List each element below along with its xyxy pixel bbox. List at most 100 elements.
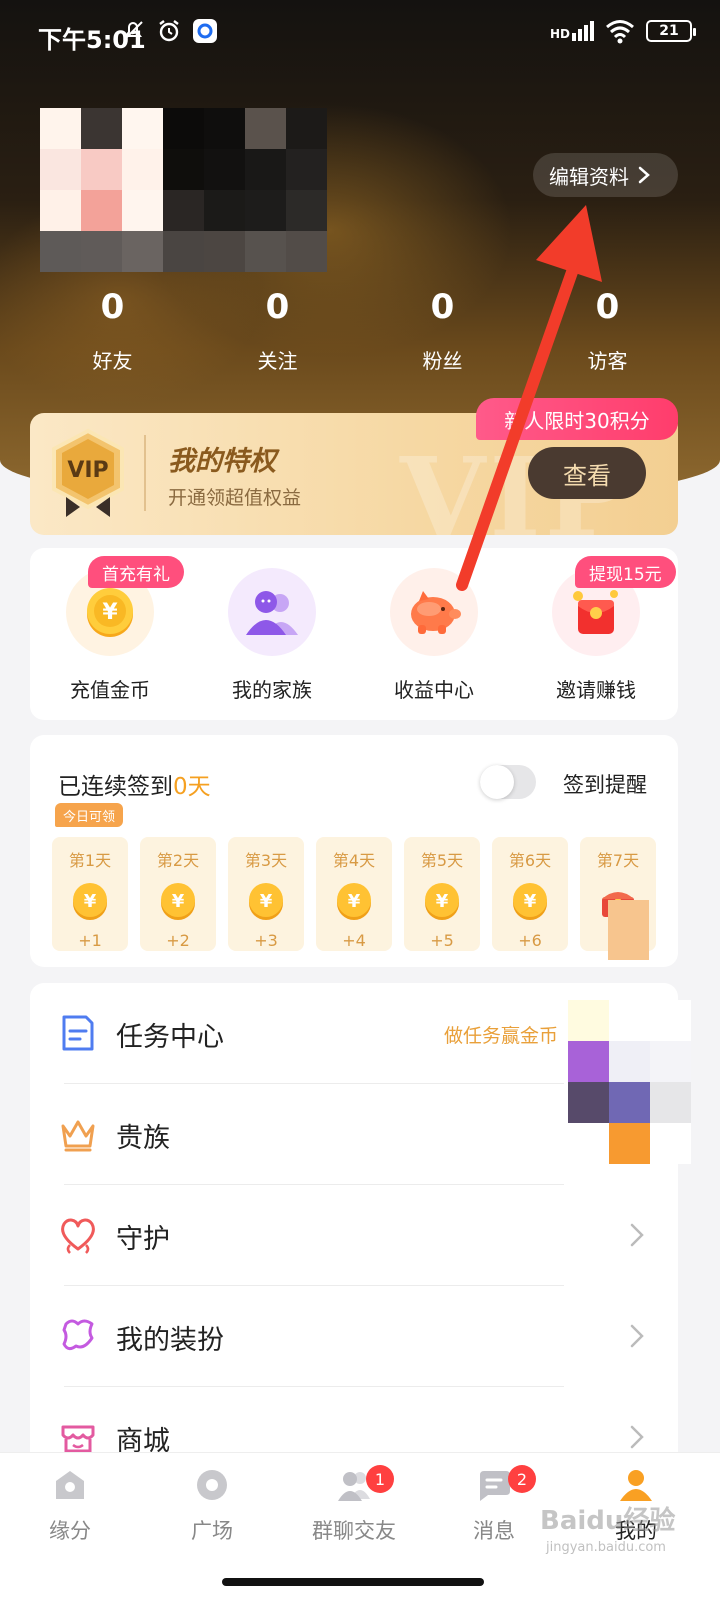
chevron-right-icon bbox=[630, 1425, 644, 1449]
checkin-title-prefix: 已连续签到 bbox=[58, 774, 173, 800]
home-indicator[interactable] bbox=[222, 1578, 484, 1586]
today-available-tag: 今日可领 bbox=[55, 803, 124, 827]
dressup-icon bbox=[62, 1319, 94, 1351]
day-reward: +5 bbox=[430, 931, 454, 950]
shortcut-invite[interactable]: 邀请赚钱 bbox=[516, 568, 676, 703]
message-icon bbox=[480, 1471, 510, 1501]
status-icons-right: HD 21 bbox=[550, 18, 696, 44]
shortcut-earnings[interactable]: 收益中心 bbox=[354, 568, 514, 703]
app-notification-icon bbox=[193, 19, 217, 43]
stat-visitors[interactable]: 0 访客 bbox=[525, 285, 690, 374]
checkin-days: 0天 bbox=[173, 774, 211, 800]
avatar-mosaic[interactable] bbox=[40, 108, 330, 273]
edit-profile-label: 编辑资料 bbox=[549, 164, 629, 189]
stat-following[interactable]: 0 关注 bbox=[195, 285, 360, 374]
checkin-day-6[interactable]: 第6天 ¥ +6 bbox=[492, 837, 568, 951]
piggy-bank-icon bbox=[390, 568, 478, 656]
plaza-icon bbox=[197, 1470, 227, 1500]
vip-title: 我的特权 bbox=[168, 446, 276, 477]
crown-icon bbox=[61, 1120, 95, 1152]
tab-fate[interactable]: 缘分 bbox=[0, 1467, 140, 1545]
mosaic-block-right bbox=[568, 1000, 691, 1164]
fate-icon bbox=[56, 1471, 84, 1499]
stat-label: 关注 bbox=[257, 349, 298, 373]
svg-text:¥: ¥ bbox=[436, 891, 449, 912]
checkin-day-1[interactable]: 第1天 ¥ +1 bbox=[52, 837, 128, 951]
day-label: 第6天 bbox=[508, 851, 552, 870]
coin-icon: ¥ bbox=[73, 883, 107, 920]
tab-label: 广场 bbox=[191, 1519, 233, 1543]
coin-icon: ¥ bbox=[425, 883, 459, 920]
heart-icon bbox=[61, 1218, 95, 1254]
day-reward: +6 bbox=[518, 931, 542, 950]
checkin-day-4[interactable]: 第4天 ¥ +4 bbox=[316, 837, 392, 951]
first-recharge-tag: 首充有礼 bbox=[88, 556, 184, 588]
dnd-icon bbox=[123, 21, 143, 41]
stat-value: 0 bbox=[265, 287, 290, 327]
svg-text:¥: ¥ bbox=[524, 891, 537, 912]
coin-icon: ¥ bbox=[337, 883, 371, 920]
chevron-right-icon bbox=[638, 166, 650, 184]
stat-label: 粉丝 bbox=[422, 349, 463, 373]
alarm-icon bbox=[159, 20, 179, 42]
day-reward: +2 bbox=[166, 931, 190, 950]
battery-icon: 21 bbox=[646, 20, 696, 42]
shortcut-label: 邀请赚钱 bbox=[556, 678, 636, 702]
stat-friends[interactable]: 0 好友 bbox=[30, 285, 195, 374]
svg-text:¥: ¥ bbox=[102, 600, 118, 625]
vip-subtitle: 开通领超值权益 bbox=[168, 487, 302, 509]
shortcut-recharge[interactable]: ¥ 充值金币 bbox=[30, 568, 190, 703]
signal-icon: HD bbox=[550, 21, 594, 41]
watermark-brand: Baidu经验 bbox=[540, 1506, 676, 1536]
stat-fans[interactable]: 0 粉丝 bbox=[360, 285, 525, 374]
network-type-label: HD bbox=[549, 27, 570, 41]
vip-view-button[interactable]: 查看 bbox=[528, 447, 646, 499]
checkin-card: 已连续签到0天 签到提醒 今日可领 第1天 ¥ +1 第2天 ¥ +2 第3天 … bbox=[30, 735, 678, 967]
vip-divider bbox=[144, 435, 146, 511]
menu-item-guard[interactable]: 守护 bbox=[30, 1185, 678, 1286]
shortcut-label: 我的家族 bbox=[232, 678, 312, 702]
svg-text:¥: ¥ bbox=[172, 891, 185, 912]
day-label: 第2天 bbox=[156, 851, 200, 870]
menu-item-dressup[interactable]: 我的装扮 bbox=[30, 1286, 678, 1387]
day-label: 第4天 bbox=[332, 851, 376, 870]
tab-plaza[interactable]: 广场 bbox=[142, 1467, 282, 1545]
day-label: 第3天 bbox=[244, 851, 288, 870]
day-reward: +4 bbox=[342, 931, 366, 950]
shop-icon bbox=[61, 1425, 95, 1453]
edit-profile-button[interactable]: 编辑资料 bbox=[533, 153, 678, 197]
watermark-url: jingyan.baidu.com bbox=[546, 1540, 666, 1555]
toggle-knob bbox=[480, 765, 514, 799]
tab-group-chat[interactable]: 群聊交友 1 bbox=[284, 1465, 424, 1545]
shortcut-label: 充值金币 bbox=[70, 678, 150, 702]
day-reward: +3 bbox=[254, 931, 278, 950]
svg-text:¥: ¥ bbox=[84, 891, 97, 912]
svg-text:¥: ¥ bbox=[260, 891, 273, 912]
shortcut-family[interactable]: 我的家族 bbox=[192, 568, 352, 703]
checkin-day-2[interactable]: 第2天 ¥ +2 bbox=[140, 837, 216, 951]
stat-value: 0 bbox=[595, 287, 620, 327]
unread-badge: 1 bbox=[366, 1465, 394, 1493]
day-reward: +1 bbox=[78, 931, 102, 950]
menu-label: 守护 bbox=[116, 1224, 170, 1255]
mosaic-block bbox=[608, 900, 649, 960]
menu-label: 我的装扮 bbox=[116, 1325, 224, 1356]
menu-label: 任务中心 bbox=[116, 1022, 224, 1053]
checkin-day-3[interactable]: 第3天 ¥ +3 bbox=[228, 837, 304, 951]
shortcut-label: 收益中心 bbox=[394, 678, 474, 702]
checkin-day-5[interactable]: 第5天 ¥ +5 bbox=[404, 837, 480, 951]
day-label: 第7天 bbox=[596, 851, 640, 870]
withdraw-tag: 提现15元 bbox=[575, 556, 676, 588]
stat-label: 好友 bbox=[92, 349, 133, 373]
checkin-reminder-toggle[interactable] bbox=[480, 765, 536, 799]
coin-icon: ¥ bbox=[249, 883, 283, 920]
svg-text:VIP: VIP bbox=[67, 458, 108, 483]
stat-value: 0 bbox=[100, 287, 125, 327]
day-label: 第1天 bbox=[68, 851, 112, 870]
family-icon bbox=[228, 568, 316, 656]
menu-label: 贵族 bbox=[116, 1123, 170, 1154]
coin-icon: ¥ bbox=[161, 883, 195, 920]
chevron-right-icon bbox=[630, 1223, 644, 1247]
profile-stats: 0 好友 0 关注 0 粉丝 0 访客 bbox=[30, 285, 690, 374]
task-icon bbox=[62, 1015, 94, 1051]
